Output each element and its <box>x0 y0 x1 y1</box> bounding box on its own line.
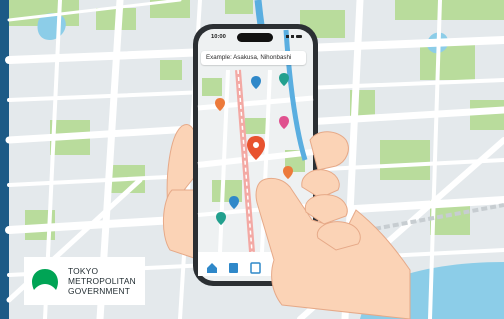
tab-list-icon <box>229 263 238 273</box>
logo-line-1: TOKYO <box>68 266 99 276</box>
status-icons <box>286 35 302 38</box>
tmg-logo-card: TOKYO METROPOLITAN GOVERNMENT <box>24 257 145 305</box>
logo-line-2: METROPOLITAN <box>68 276 136 286</box>
left-accent-bar <box>0 0 9 319</box>
dynamic-island <box>237 33 273 42</box>
status-time: 10:00 <box>211 34 226 40</box>
logo-line-3: GOVERNMENT <box>68 286 131 296</box>
logo-wordmark: TOKYO METROPOLITAN GOVERNMENT <box>68 266 136 296</box>
tmg-emblem-icon <box>32 269 58 290</box>
map-search-input[interactable]: Example: Asakusa, Nihonbashi <box>201 51 306 65</box>
